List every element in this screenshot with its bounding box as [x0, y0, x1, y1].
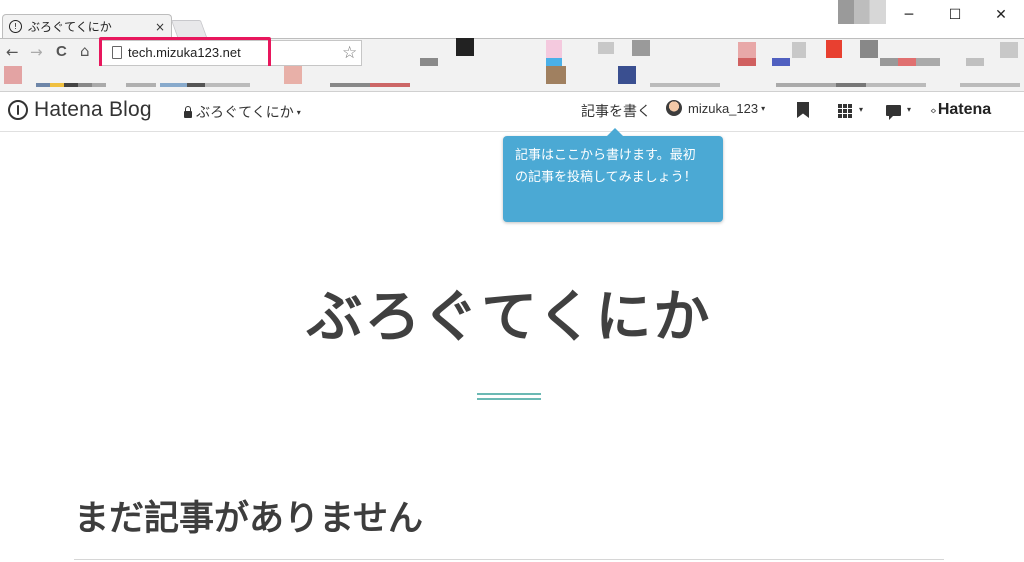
- bookmark-blur: [738, 42, 756, 58]
- bookmark-blur: [546, 40, 562, 58]
- bookmark-blur: [776, 83, 926, 87]
- avatar: [666, 100, 682, 116]
- hatena-brand-text: Hatena: [937, 101, 992, 118]
- bookmark-blur: [546, 66, 566, 84]
- bookmark-blur: [772, 58, 790, 66]
- new-tab-button[interactable]: [170, 20, 208, 37]
- bookmark-blur: [738, 58, 756, 66]
- username: mizuka_123: [688, 100, 759, 116]
- hatena-mark-icon: ‹›: [930, 103, 937, 117]
- bookmark-blur: [36, 83, 106, 87]
- minimize-button[interactable]: ─: [886, 0, 932, 30]
- write-article-link[interactable]: 記事を書く: [581, 101, 651, 121]
- blog-switcher[interactable]: ぶろぐてくにか ▾: [184, 102, 301, 122]
- tab-close-icon[interactable]: ×: [155, 20, 165, 34]
- home-button[interactable]: ⌂: [80, 41, 90, 61]
- hatena-brand-link[interactable]: ‹› Hatena: [930, 101, 991, 119]
- chevron-down-icon: ▾: [907, 105, 912, 114]
- browser-tab[interactable]: ! ぶろぐてくにか ×: [2, 14, 172, 38]
- write-hint-tooltip: 記事はここから書けます。最初 の記事を投稿してみましょう！: [503, 128, 723, 222]
- bookmark-blur: [960, 83, 1020, 87]
- lock-icon: [184, 105, 192, 118]
- bookmark-blur: [598, 42, 614, 54]
- tab-title: ぶろぐてくにか: [28, 20, 112, 34]
- bookmark-blur: [126, 83, 156, 87]
- bookmark-blur: [1000, 42, 1018, 58]
- bookmark-blur: [880, 58, 940, 66]
- back-button[interactable]: ←: [6, 42, 19, 62]
- chevron-down-icon: ▾: [761, 103, 766, 113]
- forward-button[interactable]: →: [30, 42, 43, 62]
- bookmark-blur: [618, 66, 636, 84]
- bookmark-blur: [650, 83, 720, 87]
- blog-name: ぶろぐてくにか: [196, 105, 294, 121]
- bookmark-blur: [160, 83, 250, 87]
- window-controls: ─ ☐ ✕: [886, 0, 1024, 30]
- hatena-blog-logo[interactable]: Hatena Blog: [34, 98, 152, 122]
- chevron-down-icon: ▾: [859, 105, 864, 114]
- bookmark-blur: [456, 38, 474, 56]
- bookmark-blur: [4, 66, 22, 84]
- apps-grid-icon[interactable]: [838, 104, 852, 118]
- bookmark-blur: [632, 40, 650, 56]
- bookmark-blur: [860, 40, 878, 58]
- bookmark-blur: [330, 83, 410, 87]
- no-articles-heading: まだ記事がありません: [74, 499, 423, 539]
- hatena-favicon-icon: !: [9, 20, 22, 33]
- title-divider: [477, 393, 541, 400]
- chevron-down-icon: ▾: [296, 107, 301, 117]
- tooltip-line: の記事を投稿してみましょう！: [515, 170, 697, 185]
- bookmark-blur: [792, 42, 806, 58]
- content-divider: [74, 559, 944, 560]
- bookmark-blur: [420, 58, 438, 66]
- tooltip-line: 記事はここから書けます。最初: [515, 148, 696, 163]
- bookmark-blur: [826, 40, 842, 58]
- maximize-button[interactable]: ☐: [932, 0, 978, 30]
- star-icon[interactable]: ☆: [342, 43, 357, 63]
- hatena-global-header: [0, 92, 1024, 132]
- comment-icon[interactable]: [886, 105, 901, 120]
- bookmark-blur: [284, 66, 302, 84]
- bookmark-blur: [546, 58, 562, 66]
- reload-button[interactable]: C: [56, 42, 67, 62]
- user-menu[interactable]: mizuka_123 ▾: [666, 100, 765, 116]
- blurred-profile-area: [838, 0, 886, 24]
- blog-title[interactable]: ぶろぐてくにか: [0, 272, 1018, 353]
- close-window-button[interactable]: ✕: [978, 0, 1024, 30]
- bookmark-blur: [966, 58, 984, 66]
- bookmarks-bar: [0, 38, 1024, 92]
- hatena-blog-logo-icon[interactable]: [8, 100, 28, 120]
